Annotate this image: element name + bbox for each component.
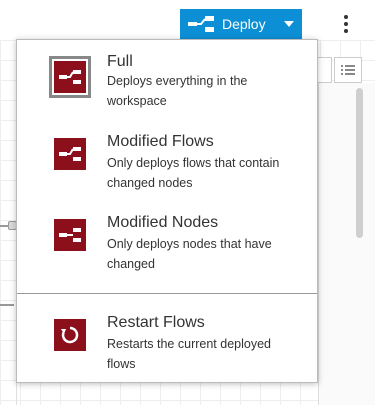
deploy-icon bbox=[188, 16, 214, 32]
menu-item-full[interactable]: Full Deploys everything in the workspace bbox=[17, 40, 317, 116]
vertical-scrollbar[interactable] bbox=[356, 88, 363, 238]
menu-divider bbox=[17, 293, 317, 294]
list-icon bbox=[341, 65, 355, 75]
kebab-dot bbox=[344, 22, 348, 26]
deploy-dropdown-menu: Full Deploys everything in the workspace… bbox=[16, 39, 318, 383]
menu-item-title: Full bbox=[107, 53, 133, 70]
menu-item-restart-flows[interactable]: Restart Flows Restarts the current deplo… bbox=[17, 303, 317, 379]
restart-icon bbox=[54, 319, 86, 351]
menu-item-title: Restart Flows bbox=[107, 314, 205, 331]
menu-item-title: Modified Flows bbox=[107, 133, 214, 150]
header-bar: Deploy bbox=[0, 0, 375, 40]
menu-item-title: Modified Nodes bbox=[107, 214, 219, 231]
deploy-button-group: Deploy bbox=[180, 9, 302, 39]
deploy-nodes-icon bbox=[54, 219, 86, 251]
menu-item-description: Only deploys flows that contain changed … bbox=[107, 156, 280, 190]
deploy-flows-icon bbox=[54, 138, 86, 170]
deploy-full-icon bbox=[49, 56, 91, 98]
kebab-dot bbox=[344, 15, 348, 19]
deploy-menu-toggle[interactable] bbox=[275, 9, 302, 39]
sidebar-tab-menu[interactable] bbox=[334, 57, 362, 83]
menu-item-modified-flows[interactable]: Modified Flows Only deploys flows that c… bbox=[17, 122, 317, 198]
palette-edge bbox=[0, 83, 17, 405]
menu-item-modified-nodes[interactable]: Modified Nodes Only deploys nodes that h… bbox=[17, 203, 317, 279]
kebab-dot bbox=[344, 29, 348, 33]
flow-wire bbox=[0, 304, 14, 306]
deploy-label: Deploy bbox=[222, 16, 266, 32]
sidebar-tab[interactable] bbox=[318, 57, 332, 83]
deploy-button[interactable]: Deploy bbox=[180, 9, 275, 39]
menu-item-description: Only deploys nodes that have changed bbox=[107, 237, 272, 271]
caret-down-icon bbox=[283, 21, 294, 27]
menu-item-description: Restarts the current deployed flows bbox=[107, 337, 271, 371]
menu-item-description: Deploys everything in the workspace bbox=[107, 74, 248, 108]
sidebar-panel bbox=[318, 83, 375, 405]
app-root: Deploy Full Deploys everything in the wo… bbox=[0, 0, 375, 405]
more-options-icon[interactable] bbox=[336, 12, 356, 36]
